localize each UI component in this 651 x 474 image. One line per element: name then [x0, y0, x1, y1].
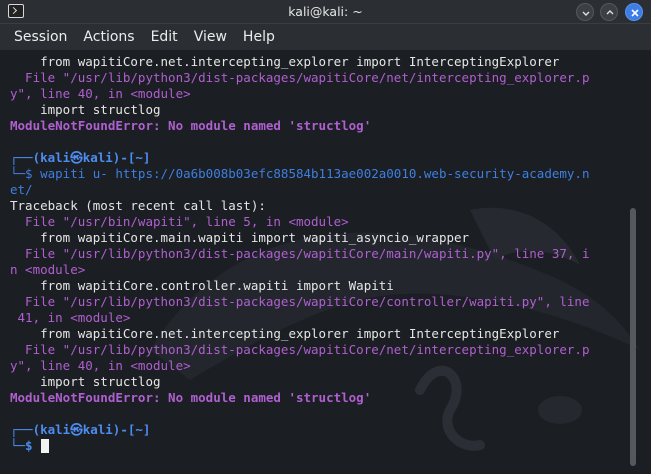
terminal-lines: from wapitiCore.net.intercepting_explore…: [10, 54, 630, 454]
prompt-line: ┌──(kali㉿kali)-[~]: [10, 150, 151, 165]
active-prompt-line[interactable]: └─$: [10, 438, 630, 454]
output-line: File "/usr/bin/wapiti", line 5, in <modu…: [10, 214, 349, 229]
output-line: File "/usr/lib/python3/dist-packages/wap…: [10, 246, 590, 261]
maximize-button[interactable]: [600, 3, 618, 21]
menu-actions[interactable]: Actions: [75, 24, 142, 50]
command-line: └─$ wapiti u- https://0a6b008b03efc88584…: [10, 166, 590, 181]
minimize-button[interactable]: [576, 3, 594, 21]
output-line: import structlog: [10, 374, 161, 389]
prompt-line: ┌──(kali㉿kali)-[~]: [10, 422, 151, 437]
menu-bar: Session Actions Edit View Help: [0, 24, 651, 50]
minimize-icon: [582, 11, 590, 16]
window-title: kali@kali: ~: [288, 4, 363, 19]
output-line: from wapitiCore.net.intercepting_explore…: [10, 54, 560, 69]
output-line: import structlog: [10, 102, 161, 117]
close-icon: [631, 9, 639, 17]
output-line: y", line 40, in <module>: [10, 86, 191, 101]
output-line: from wapitiCore.main.wapiti import wapit…: [10, 230, 470, 245]
scrollbar-thumb[interactable]: [630, 208, 636, 466]
output-line: from wapitiCore.net.intercepting_explore…: [10, 326, 560, 341]
output-line: File "/usr/lib/python3/dist-packages/wap…: [10, 342, 590, 357]
menu-help[interactable]: Help: [235, 24, 283, 50]
error-line: ModuleNotFoundError: No module named 'st…: [10, 118, 372, 133]
output-line: y", line 40, in <module>: [10, 358, 191, 373]
output-line: from wapitiCore.controller.wapiti import…: [10, 278, 394, 293]
output-line: Traceback (most recent call last):: [10, 198, 266, 213]
command-line: et/: [10, 182, 33, 197]
output-line: 41, in <module>: [10, 310, 131, 325]
output-line: n <module>: [10, 262, 86, 277]
output-line: File "/usr/lib/python3/dist-packages/wap…: [10, 70, 590, 85]
text-cursor: [41, 439, 50, 453]
close-button[interactable]: [625, 3, 643, 21]
error-line: ModuleNotFoundError: No module named 'st…: [10, 390, 372, 405]
output-line: File "/usr/lib/python3/dist-packages/wap…: [10, 294, 590, 309]
title-bar: kali@kali: ~: [0, 0, 651, 24]
menu-session[interactable]: Session: [6, 24, 75, 50]
menu-view[interactable]: View: [186, 24, 235, 50]
menu-edit[interactable]: Edit: [143, 24, 186, 50]
maximize-icon: [606, 10, 614, 15]
terminal-output[interactable]: from wapitiCore.net.intercepting_explore…: [0, 50, 651, 474]
